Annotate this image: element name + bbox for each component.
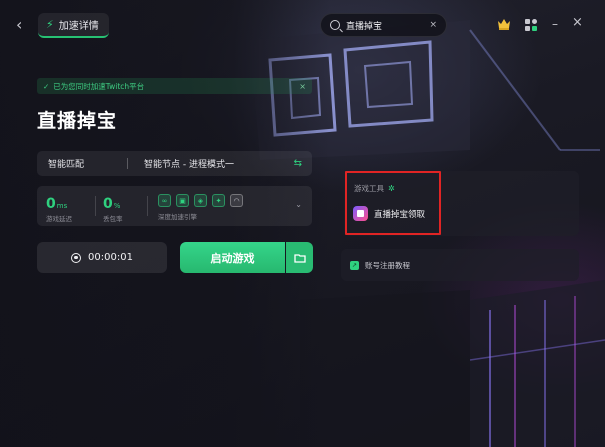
clear-search-icon[interactable]: × (429, 20, 437, 30)
notice-close-icon[interactable]: × (299, 82, 306, 91)
guide-label: 账号注册教程 (365, 260, 410, 270)
page-title: 直播掉宝 (37, 110, 118, 132)
tab-acceleration-details[interactable]: ⚡ 加速详情 (38, 13, 109, 38)
loss-unit: % (113, 202, 121, 210)
minimize-button[interactable]: – (552, 17, 558, 31)
search-icon (330, 20, 340, 30)
app-grid-icon[interactable] (524, 18, 538, 32)
switch-icon[interactable]: ⇆ (294, 158, 312, 169)
latency-label: 游戏延迟 (46, 215, 72, 223)
start-game-button[interactable]: 启动游戏 (180, 242, 285, 273)
latency-stat: 0ms 游戏延迟 (46, 193, 72, 223)
timer-value: 00:00:01 (88, 252, 133, 263)
engine-label: 深度加速引擎 (158, 213, 197, 221)
record-icon (71, 252, 82, 263)
search-box[interactable]: 直播掉宝 × (320, 13, 447, 37)
folder-button[interactable] (286, 242, 313, 273)
search-input[interactable]: 直播掉宝 (346, 19, 423, 32)
registration-guide-link[interactable]: ↗ 账号注册教程 (341, 249, 579, 281)
crown-icon[interactable] (497, 18, 511, 30)
match-mode[interactable]: 智能匹配 (37, 157, 127, 170)
engine-icons: ∞ ▣ ◈ ✦ ◠ (158, 194, 243, 207)
shield-icon: ◈ (194, 194, 207, 207)
packet-loss-stat: 0% 丢包率 (103, 193, 123, 223)
tab-label: 加速详情 (58, 21, 99, 32)
acceleration-notice: ✓ 已为您同时加速Twitch平台 × (37, 78, 312, 94)
notice-text: 已为您同时加速Twitch平台 (53, 81, 145, 91)
latency-unit: ms (56, 202, 68, 210)
highlight-box (345, 171, 441, 235)
loss-label: 丢包率 (103, 215, 123, 223)
leaf-icon: ✦ (212, 194, 225, 207)
latency-value: 0 (46, 196, 56, 212)
mode-selector[interactable]: 智能匹配 智能节点 - 进程模式一 ⇆ (37, 151, 312, 176)
link-icon: ∞ (158, 194, 171, 207)
divider (95, 196, 96, 216)
loss-value: 0 (103, 196, 113, 212)
headset-icon: ◠ (230, 194, 243, 207)
stats-panel: 0ms 游戏延迟 0% 丢包率 ∞ ▣ ◈ ✦ ◠ 深度加速引擎 ⌄ (37, 186, 312, 226)
folder-icon (293, 253, 306, 263)
image-icon: ▣ (176, 194, 189, 207)
divider (147, 196, 148, 216)
close-window-button[interactable]: × (572, 15, 583, 30)
lightning-icon: ⚡ (46, 18, 54, 31)
chevron-down-icon[interactable]: ⌄ (295, 200, 302, 209)
link-icon: ↗ (350, 260, 359, 270)
node-mode[interactable]: 智能节点 - 进程模式一 (128, 157, 294, 170)
back-button[interactable]: ‹ (16, 14, 34, 36)
check-icon: ✓ (43, 81, 50, 91)
timer-button[interactable]: 00:00:01 (37, 242, 167, 273)
